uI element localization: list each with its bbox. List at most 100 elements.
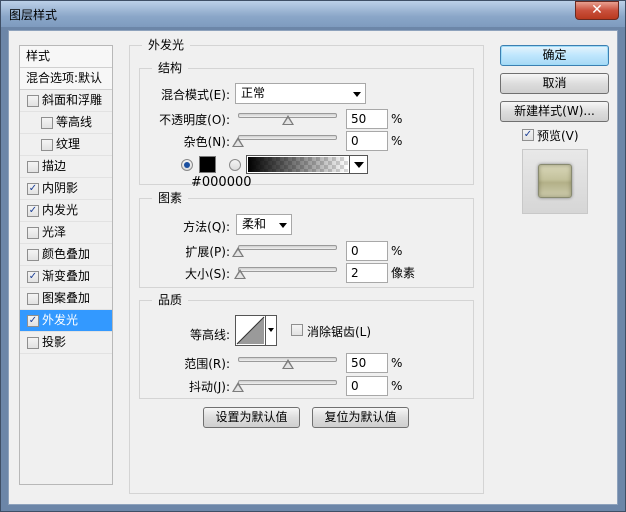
size-slider[interactable] [233, 264, 337, 280]
gradient-picker[interactable] [246, 155, 368, 174]
style-item[interactable]: ✓ 内阴影 [20, 178, 112, 200]
cancel-button[interactable]: 取消 [500, 73, 609, 94]
make-default-button[interactable]: 设置为默认值 [203, 407, 300, 428]
chevron-down-icon [353, 92, 361, 97]
style-item[interactable]: 纹理 [20, 134, 112, 156]
blend-mode-label: 混合模式(E): [161, 88, 230, 102]
spread-input[interactable]: 0 [346, 241, 388, 261]
opacity-label: 不透明度(O): [159, 113, 230, 127]
style-item-label: 图案叠加 [42, 291, 91, 305]
range-unit: % [391, 356, 403, 370]
contour-picker[interactable] [235, 315, 277, 346]
spread-slider[interactable] [232, 242, 337, 258]
style-preview-thumbnail [522, 149, 588, 214]
style-item[interactable]: ✓ 外发光 [20, 310, 112, 332]
style-item-label: 斜面和浮雕 [42, 93, 103, 107]
style-item[interactable]: 斜面和浮雕 [20, 90, 112, 112]
style-item-checkbox[interactable] [27, 293, 39, 305]
style-item-label: 投影 [42, 335, 67, 349]
style-item-label: 等高线 [56, 115, 93, 129]
style-item-checkbox[interactable]: ✓ [27, 205, 39, 217]
window-title: 图层样式 [9, 8, 58, 22]
reset-default-button[interactable]: 复位为默认值 [312, 407, 409, 428]
style-item-checkbox[interactable] [41, 117, 53, 129]
slider-thumb[interactable] [232, 137, 244, 147]
noise-slider[interactable] [232, 132, 337, 148]
opacity-slider[interactable] [238, 110, 337, 126]
ok-button[interactable]: 确定 [500, 45, 609, 66]
range-slider[interactable] [238, 354, 337, 370]
gradient-dropdown[interactable] [349, 156, 367, 173]
gradient-radio[interactable] [229, 159, 241, 171]
structure-title: 结构 [152, 61, 189, 75]
jitter-slider[interactable] [232, 377, 337, 393]
slider-track [238, 135, 337, 140]
outer-glow-panel: 外发光 结构 混合模式(E): 正常 不透明度(O): 50 % 杂色(N): [129, 38, 484, 494]
slider-thumb[interactable] [232, 382, 244, 392]
style-item-checkbox[interactable]: ✓ [27, 183, 39, 195]
style-item[interactable]: 投影 [20, 332, 112, 354]
size-input[interactable]: 2 [346, 263, 388, 283]
style-items: 斜面和浮雕 等高线 纹理 描边 ✓ 内阴影 ✓ 内发光 光泽 颜色叠加 ✓ 渐变叠加 图案叠加 ✓ 外发光投… [20, 90, 112, 354]
solid-color-radio[interactable] [181, 159, 193, 171]
technique-select[interactable]: 柔和 [236, 214, 292, 235]
slider-thumb[interactable] [233, 269, 246, 279]
style-item-label: 外发光 [42, 313, 79, 327]
style-item-checkbox[interactable] [27, 337, 39, 349]
slider-track [238, 245, 337, 250]
style-item[interactable]: 颜色叠加 [20, 244, 112, 266]
preview-checkbox[interactable]: ✓ [522, 129, 534, 141]
blend-options-item[interactable]: 混合选项:默认 [20, 68, 112, 90]
noise-label: 杂色(N): [183, 135, 230, 149]
anti-alias-checkbox[interactable] [291, 324, 303, 336]
opacity-unit: % [391, 112, 403, 126]
style-item[interactable]: 光泽 [20, 222, 112, 244]
style-item-label: 渐变叠加 [42, 269, 91, 283]
style-item[interactable]: ✓ 内发光 [20, 200, 112, 222]
jitter-label: 抖动(J): [189, 380, 230, 394]
glow-color-swatch[interactable] [199, 156, 216, 173]
noise-input[interactable]: 0 [346, 131, 388, 151]
style-item-checkbox[interactable] [27, 161, 39, 173]
style-item-checkbox[interactable] [27, 227, 39, 239]
dialog-client: 样式 混合选项:默认 斜面和浮雕 等高线 纹理 描边 ✓ 内阴影 ✓ 内发光 光泽 颜色叠加 ✓ 渐变… [8, 30, 618, 505]
slider-track [238, 267, 337, 272]
style-item-label: 纹理 [56, 137, 81, 151]
style-item[interactable]: ✓ 渐变叠加 [20, 266, 112, 288]
jitter-input[interactable]: 0 [346, 376, 388, 396]
title-bar[interactable]: 图层样式 ✕ [1, 1, 625, 27]
style-list-header[interactable]: 样式 [20, 46, 112, 68]
style-item-checkbox[interactable]: ✓ [27, 271, 39, 283]
style-item-checkbox[interactable] [27, 249, 39, 261]
style-item-checkbox[interactable] [41, 139, 53, 151]
slider-thumb[interactable] [281, 115, 294, 125]
style-item-label: 内发光 [42, 203, 79, 217]
style-item[interactable]: 等高线 [20, 112, 112, 134]
style-item[interactable]: 描边 [20, 156, 112, 178]
layer-style-dialog: 图层样式 ✕ 样式 混合选项:默认 斜面和浮雕 等高线 纹理 描边 ✓ 内阴影 ✓ 内发光 光泽… [0, 0, 626, 512]
glow-color-hex: #000000 [191, 175, 252, 190]
close-button[interactable]: ✕ [575, 1, 619, 20]
quality-group: 品质 等高线: 消除锯齿(L) 范围(R): 50 % 抖动(J): 0 % [139, 293, 474, 399]
preview-swatch [538, 164, 572, 198]
contour-curve-icon [236, 316, 265, 345]
style-item-label: 光泽 [42, 225, 67, 239]
slider-thumb[interactable] [281, 359, 294, 369]
new-style-button[interactable]: 新建样式(W)... [500, 101, 609, 122]
style-item[interactable]: 图案叠加 [20, 288, 112, 310]
contour-dropdown[interactable] [265, 316, 276, 345]
style-item-checkbox[interactable] [27, 95, 39, 107]
opacity-input[interactable]: 50 [346, 109, 388, 129]
anti-alias-label[interactable]: 消除锯齿(L) [307, 323, 371, 340]
elements-group: 图素 方法(Q): 柔和 扩展(P): 0 % 大小(S): 2 像素 [139, 191, 474, 288]
preview-label[interactable]: 预览(V) [537, 127, 579, 144]
style-item-checkbox[interactable]: ✓ [27, 315, 39, 327]
range-label: 范围(R): [184, 357, 230, 371]
blend-mode-select[interactable]: 正常 [235, 83, 366, 104]
noise-unit: % [391, 134, 403, 148]
elements-title: 图素 [152, 191, 189, 205]
chevron-down-icon [279, 223, 287, 228]
slider-thumb[interactable] [232, 247, 244, 257]
style-item-label: 颜色叠加 [42, 247, 91, 261]
range-input[interactable]: 50 [346, 353, 388, 373]
